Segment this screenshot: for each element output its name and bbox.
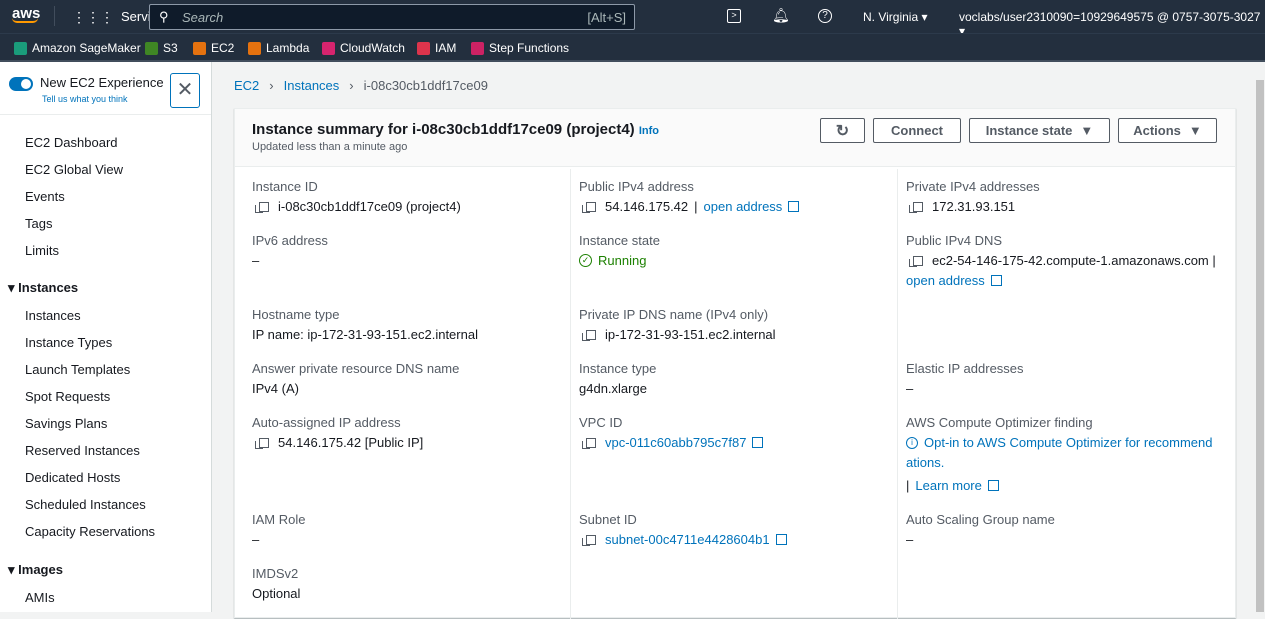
copy-icon[interactable] — [255, 201, 269, 213]
status-badge: ✓ Running — [579, 253, 646, 268]
copy-icon[interactable] — [909, 201, 923, 213]
caret-down-icon: ▾ — [8, 562, 15, 577]
external-link-icon — [752, 437, 764, 448]
top-nav: aws ⋮⋮⋮ Services ⚲ Search [Alt+S] > 🔔︎ ? … — [0, 0, 1265, 38]
nav-instance-types[interactable]: Instance Types — [25, 335, 112, 350]
copy-icon[interactable] — [582, 201, 596, 213]
feedback-link[interactable]: Tell us what you think — [42, 94, 128, 104]
copy-icon[interactable] — [582, 329, 596, 341]
cloudshell-icon[interactable]: > — [727, 9, 741, 23]
grid-icon: ⋮⋮⋮ — [72, 8, 114, 25]
region-selector[interactable]: N. Virginia ▾ — [863, 10, 928, 24]
breadcrumb: EC2 › Instances › i-08c30cb1ddf17ce09 — [234, 78, 488, 93]
nav-amis[interactable]: AMIs — [25, 590, 55, 605]
caret-down-icon: ▼ — [1080, 123, 1094, 138]
nav-launch-templates[interactable]: Launch Templates — [25, 362, 130, 377]
learn-more-link[interactable]: Learn more — [915, 478, 981, 493]
nav-tags[interactable]: Tags — [25, 216, 52, 231]
nav-ec2-global-view[interactable]: EC2 Global View — [25, 162, 123, 177]
favorite-sagemaker[interactable]: Amazon SageMaker — [14, 41, 141, 55]
close-button[interactable]: ✕ — [170, 73, 200, 108]
refresh-button[interactable]: ↻ — [820, 118, 865, 143]
nav-spot-requests[interactable]: Spot Requests — [25, 389, 110, 404]
favorite-iam[interactable]: IAM — [417, 41, 456, 55]
actions-button[interactable]: Actions ▼ — [1118, 118, 1217, 143]
favorite-ec2[interactable]: EC2 — [193, 41, 234, 55]
nav-events[interactable]: Events — [25, 189, 65, 204]
search-icon: ⚲ — [159, 9, 169, 24]
copy-icon[interactable] — [582, 534, 596, 546]
external-link-icon — [788, 201, 800, 212]
copy-icon[interactable] — [255, 437, 269, 449]
optimizer-link[interactable]: Opt-in to AWS Compute Optimizer for reco… — [924, 435, 1213, 450]
copy-icon[interactable] — [909, 255, 923, 267]
help-icon[interactable]: ? — [818, 9, 832, 23]
vpc-link[interactable]: vpc-011c60abb795c7f87 — [605, 435, 746, 450]
search-input[interactable]: ⚲ Search [Alt+S] — [149, 4, 635, 30]
external-link-icon — [775, 534, 787, 545]
connect-button[interactable]: Connect — [873, 118, 961, 143]
favorite-lambda[interactable]: Lambda — [248, 41, 309, 55]
favorite-step-functions[interactable]: Step Functions — [471, 41, 569, 55]
refresh-icon: ↻ — [835, 122, 850, 140]
favorite-s3[interactable]: S3 — [145, 41, 178, 55]
nav-savings-plans[interactable]: Savings Plans — [25, 416, 107, 431]
favorite-cloudwatch[interactable]: CloudWatch — [322, 41, 405, 55]
bell-icon[interactable]: 🔔︎ — [772, 7, 790, 24]
nav-scheduled-instances[interactable]: Scheduled Instances — [25, 497, 146, 512]
info-icon: i — [906, 436, 918, 449]
caret-down-icon: ▼ — [1188, 123, 1202, 138]
external-link-icon — [990, 275, 1002, 286]
instance-summary-panel: Instance summary for i-08c30cb1ddf17ce09… — [234, 108, 1236, 619]
external-link-icon — [987, 480, 999, 491]
nav-ec2-dashboard[interactable]: EC2 Dashboard — [25, 135, 118, 150]
info-link[interactable]: Info — [639, 125, 659, 137]
nav-reserved-instances[interactable]: Reserved Instances — [25, 443, 140, 458]
nav-section-images[interactable]: ▾ Images — [8, 562, 63, 578]
instance-state-button[interactable]: Instance state ▼ — [969, 118, 1110, 143]
check-circle-icon: ✓ — [579, 254, 592, 267]
subnet-link[interactable]: subnet-00c4711e4428604b1 — [605, 532, 770, 547]
updated-text: Updated less than a minute ago — [252, 141, 408, 153]
nav-limits[interactable]: Limits — [25, 243, 59, 258]
caret-down-icon: ▾ — [8, 280, 15, 295]
aws-logo[interactable]: aws — [12, 5, 40, 23]
instance-id-value: i-08c30cb1ddf17ce09 (project4) — [255, 199, 461, 214]
open-address-link[interactable]: open address — [906, 273, 985, 288]
nav-section-instances[interactable]: ▾ Instances — [8, 280, 78, 296]
favorites-bar: Amazon SageMaker S3 EC2 Lambda CloudWatc… — [0, 33, 1265, 62]
nav-capacity-reservations[interactable]: Capacity Reservations — [25, 524, 155, 539]
toggle-label: New EC2 Experience — [40, 75, 164, 90]
nav-instances[interactable]: Instances — [25, 308, 81, 323]
open-address-link[interactable]: open address — [704, 199, 783, 214]
scrollbar[interactable] — [1256, 80, 1264, 612]
nav-dedicated-hosts[interactable]: Dedicated Hosts — [25, 470, 120, 485]
new-experience-toggle[interactable] — [9, 77, 33, 91]
sidebar: New EC2 Experience Tell us what you thin… — [0, 62, 212, 612]
copy-icon[interactable] — [582, 437, 596, 449]
page-title: Instance summary for i-08c30cb1ddf17ce09… — [252, 121, 635, 138]
